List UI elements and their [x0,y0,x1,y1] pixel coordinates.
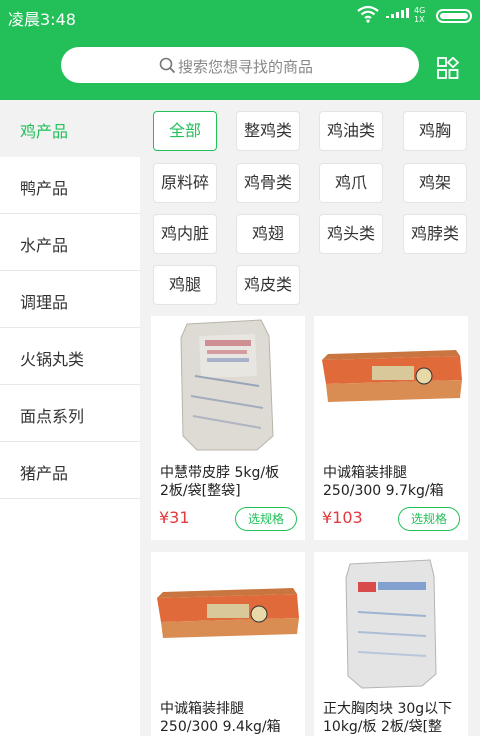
product-image-box [322,350,462,402]
tag-chicken-heads[interactable]: 鸡头类 [319,214,383,254]
tag-chicken-fat[interactable]: 鸡油类 [319,111,383,151]
product-price: ¥103 [322,508,363,527]
tag-all[interactable]: 全部 [153,111,217,151]
product-card[interactable]: 中诚箱装排腿 250/300 9.4kg/箱 [151,552,305,736]
product-name-line1: 中慧带皮脖 5kg/板 [160,465,280,481]
tag-whole-chicken[interactable]: 整鸡类 [236,111,300,151]
product-image-sack [180,319,274,451]
tag-raw-scraps[interactable]: 原料碎 [153,163,217,203]
product-card[interactable]: 正大胸肉块 30g以下 10kg/板 2板/袋[整 [314,552,468,736]
network-type: 4G 1X [414,6,425,24]
product-name-line2: 2板/袋[整袋] [160,483,241,499]
product-name-line1: 中诚箱装排腿 [323,465,407,481]
sidebar-item-label: 猪产品 [20,464,69,483]
sidebar-item-chicken[interactable]: 鸡产品 [0,100,140,157]
select-spec-button[interactable]: 选规格 [398,507,460,531]
tag-chicken-frame[interactable]: 鸡架 [403,163,467,203]
search-placeholder: 搜索您想寻找的商品 [178,58,314,76]
sidebar-item-label: 火锅丸类 [20,350,85,369]
product-name-line2: 10kg/板 2板/袋[整 [323,719,443,735]
product-name: 正大胸肉块 30g以下 10kg/板 2板/袋[整 [323,700,463,736]
tag-chicken-offal[interactable]: 鸡内脏 [153,214,217,254]
sidebar-item-seafood[interactable]: 水产品 [0,214,140,271]
tag-chicken-bones[interactable]: 鸡骨类 [236,163,300,203]
sidebar-item-label: 调理品 [20,293,69,312]
product-name-line1: 中诚箱装排腿 [160,701,244,717]
category-sidebar: 鸡产品 鸭产品 水产品 调理品 火锅丸类 面点系列 猪产品 [0,100,140,736]
battery-icon [436,9,472,23]
grid-icon[interactable] [437,57,459,79]
sidebar-item-pastry[interactable]: 面点系列 [0,385,140,442]
tag-chicken-feet[interactable]: 鸡爪 [319,163,383,203]
sidebar-item-label: 鸭产品 [20,179,69,198]
product-name: 中慧带皮脖 5kg/板 2板/袋[整袋] [160,464,300,500]
product-name: 中诚箱装排腿 250/300 9.7kg/箱 [323,464,463,500]
sidebar-item-prepared[interactable]: 调理品 [0,271,140,328]
product-price: ¥31 [159,508,190,527]
product-name: 中诚箱装排腿 250/300 9.4kg/箱 [160,700,300,736]
search-icon [159,57,176,74]
status-time: 凌晨3:48 [8,10,76,29]
product-image-box [157,588,299,638]
network-top: 4G [414,6,426,15]
signal-icon [386,8,409,18]
wifi-icon [357,5,379,23]
tag-chicken-necks[interactable]: 鸡脖类 [403,214,467,254]
sidebar-item-label: 面点系列 [20,407,85,426]
product-image-sack [345,559,437,689]
sidebar-item-pork[interactable]: 猪产品 [0,442,140,499]
tag-chicken-breast[interactable]: 鸡胸 [403,111,467,151]
network-bottom: 1X [414,15,425,24]
sidebar-item-hotpot-balls[interactable]: 火锅丸类 [0,328,140,385]
sidebar-item-duck[interactable]: 鸭产品 [0,157,140,214]
product-card[interactable]: 中诚箱装排腿 250/300 9.7kg/箱 ¥103 选规格 [314,316,468,540]
sidebar-item-label: 鸡产品 [20,122,69,141]
tag-chicken-skin[interactable]: 鸡皮类 [236,265,300,305]
select-spec-button[interactable]: 选规格 [235,507,297,531]
tag-chicken-wings[interactable]: 鸡翅 [236,214,300,254]
status-bar: 凌晨3:48 4G 1X [0,0,480,32]
product-name-line1: 正大胸肉块 30g以下 [323,701,453,717]
product-name-line2: 250/300 9.7kg/箱 [323,483,444,499]
product-name-line2: 250/300 9.4kg/箱 [160,719,281,735]
search-bar[interactable]: 搜索您想寻找的商品 [61,47,419,83]
tag-chicken-legs[interactable]: 鸡腿 [153,265,217,305]
sidebar-item-label: 水产品 [20,236,69,255]
product-card[interactable]: 中慧带皮脖 5kg/板 2板/袋[整袋] ¥31 选规格 [151,316,305,540]
